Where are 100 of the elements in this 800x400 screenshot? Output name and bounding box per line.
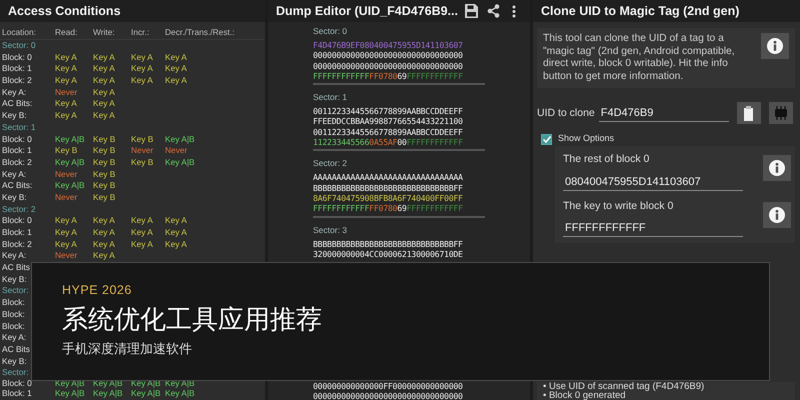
hex-line[interactable]: BBBBBBBBBBBBBBBBBBBBBBBBBBBBBBFF (313, 182, 463, 193)
row-label: Key B: (2, 192, 27, 204)
row-label: Key A: (2, 250, 26, 262)
row-label: AC Bits: (2, 98, 32, 110)
access-value: Key A (131, 238, 153, 250)
access-value: Never (55, 86, 78, 98)
access-value: Key A (93, 215, 115, 228)
access-value: Key A (165, 63, 187, 76)
uid-field[interactable]: F4D476B9 (598, 104, 729, 122)
access-value: Key A (93, 98, 115, 110)
hex-line[interactable]: 00000000000000000000000000000000 (313, 50, 463, 61)
access-value: Key B (93, 145, 116, 157)
save-button[interactable] (464, 2, 480, 20)
hex-line[interactable]: 00112233445566778899AABBCCDDEEFF (313, 126, 463, 138)
row-label: Block: 1 (2, 388, 32, 399)
access-value: Key A (93, 52, 115, 64)
uid-label: UID to clone (537, 106, 595, 120)
access-value: Key A (55, 110, 77, 122)
sector-label: Sector: (1, 367, 29, 379)
hex-line[interactable]: 00000000000000000000000000000000 (313, 60, 463, 71)
access-value: Key B (93, 134, 116, 146)
access-value: Key A (93, 250, 115, 262)
share-icon (486, 4, 500, 18)
info-button[interactable] (763, 154, 791, 181)
description-text: This tool can clone the UID of a tag to a "magic tag" (2nd gen, Android compatible, direct write, block 0 writable). Hit the info button to get more information. (543, 33, 736, 84)
row-label: Key A: (2, 332, 26, 344)
log-entry: • Use UID of scanned tag (F4D476B9) (543, 382, 704, 391)
row-label: Key B: (2, 110, 27, 122)
access-value: Key A|B (55, 134, 85, 146)
sector-label: Sector: 2 (313, 157, 348, 170)
access-value: Key B (131, 156, 154, 169)
checkbox[interactable] (541, 134, 552, 145)
access-value: Key A (93, 86, 115, 98)
access-value: Key A (55, 52, 77, 64)
access-value: Never (165, 145, 188, 157)
row-label: Block: 0 (2, 215, 32, 228)
sector-label: Sector: 0 (313, 25, 348, 37)
row-label: Block: 0 (2, 52, 32, 64)
more-icon (512, 4, 516, 18)
row-label: Block: 0 (2, 378, 32, 389)
access-value: Key A (165, 215, 187, 228)
row-label: Key B: (2, 356, 27, 368)
info-icon (769, 160, 785, 176)
field-label: The key to write block 0 (563, 198, 674, 214)
access-value: Key A|B (165, 156, 195, 169)
promo-title: 系统优化工具应用推荐 (62, 302, 322, 335)
info-button[interactable] (763, 202, 791, 228)
row-label: Block: 2 (2, 75, 32, 87)
access-value: Key A (131, 227, 153, 239)
hex-line[interactable]: 1122334455660A55AF00FFFFFFFFFFFF (313, 137, 463, 148)
sector-label: Sector: 2 (1, 204, 36, 216)
hex-line[interactable]: FFEEDDCCBBAA99887766554433221100 (313, 116, 463, 127)
hex-line[interactable]: 00112233445566778899AABBCCDDEEFF (313, 106, 463, 116)
info-icon (767, 38, 783, 54)
info-button[interactable] (761, 33, 789, 59)
access-value: Key A (55, 238, 77, 250)
sector-label: Sector: (1, 285, 29, 298)
access-value: Key B (93, 180, 116, 192)
access-value: Key A|B (55, 388, 85, 399)
hex-line[interactable]: 000000000000000FF000000000000000 (313, 382, 463, 392)
access-value: Key B (131, 134, 154, 146)
hex-line[interactable]: 00000000000000000000000000000000 (313, 392, 463, 400)
row-label: Block: 1 (2, 145, 32, 157)
value-field[interactable]: FFFFFFFFFFFF (563, 220, 743, 238)
access-value: Key A (131, 52, 153, 64)
access-value: Key A (131, 215, 153, 228)
check-icon (542, 136, 550, 143)
hex-line[interactable]: F4D476B9EF080400475955D141103607 (313, 40, 463, 50)
hex-line[interactable]: FFFFFFFFFFFFFF078069FFFFFFFFFFFF (313, 70, 463, 82)
access-value: Key A|B (55, 180, 85, 192)
promo-subtitle: 手机深度清理加速软件 (62, 340, 192, 358)
share-button[interactable] (485, 2, 501, 20)
access-value: Key A|B (131, 388, 161, 399)
access-value: Key A (165, 227, 187, 239)
row-label: Block: 2 (2, 156, 32, 169)
hex-line[interactable]: FFFFFFFFFFFFFF078069FFFFFFFFFFFF (313, 203, 463, 214)
promo-eyebrow: HYPE 2026 (62, 282, 132, 299)
access-value: Key A (93, 75, 115, 87)
row-label: Key A: (2, 168, 26, 180)
access-value: Key A (55, 227, 77, 239)
column-header: Decr./Trans./Rest.: (165, 26, 234, 39)
access-value: Key A (55, 215, 77, 228)
row-label: Block: (2, 297, 25, 309)
hex-line[interactable]: AAAAAAAAAAAAAAAAAAAAAAAAAAAAAAAA (313, 172, 463, 183)
sector-label: Sector: 0 (1, 40, 36, 52)
access-value: Key A (55, 75, 77, 87)
paste-button[interactable] (736, 102, 761, 124)
access-value: Key B (55, 145, 78, 157)
value-field[interactable]: 080400475955D141103607 (563, 174, 743, 191)
access-value: Key A (165, 238, 187, 250)
access-value: Key A (93, 227, 115, 239)
access-value: Never (55, 250, 78, 262)
hex-line[interactable]: 320000000004CC0000621300006710DE (313, 248, 463, 260)
save-icon (465, 4, 478, 18)
row-label: Block: (2, 308, 25, 321)
access-value: Key A (93, 238, 115, 250)
hex-line[interactable]: BBBBBBBBBBBBBBBBBBBBBBBBBBBBBBFF (313, 238, 463, 249)
hex-line[interactable]: 8A6F740475908BFB8A6F740400FF00FF (313, 192, 463, 204)
access-value: Key A (55, 63, 77, 76)
row-label: Key A: (2, 86, 26, 98)
